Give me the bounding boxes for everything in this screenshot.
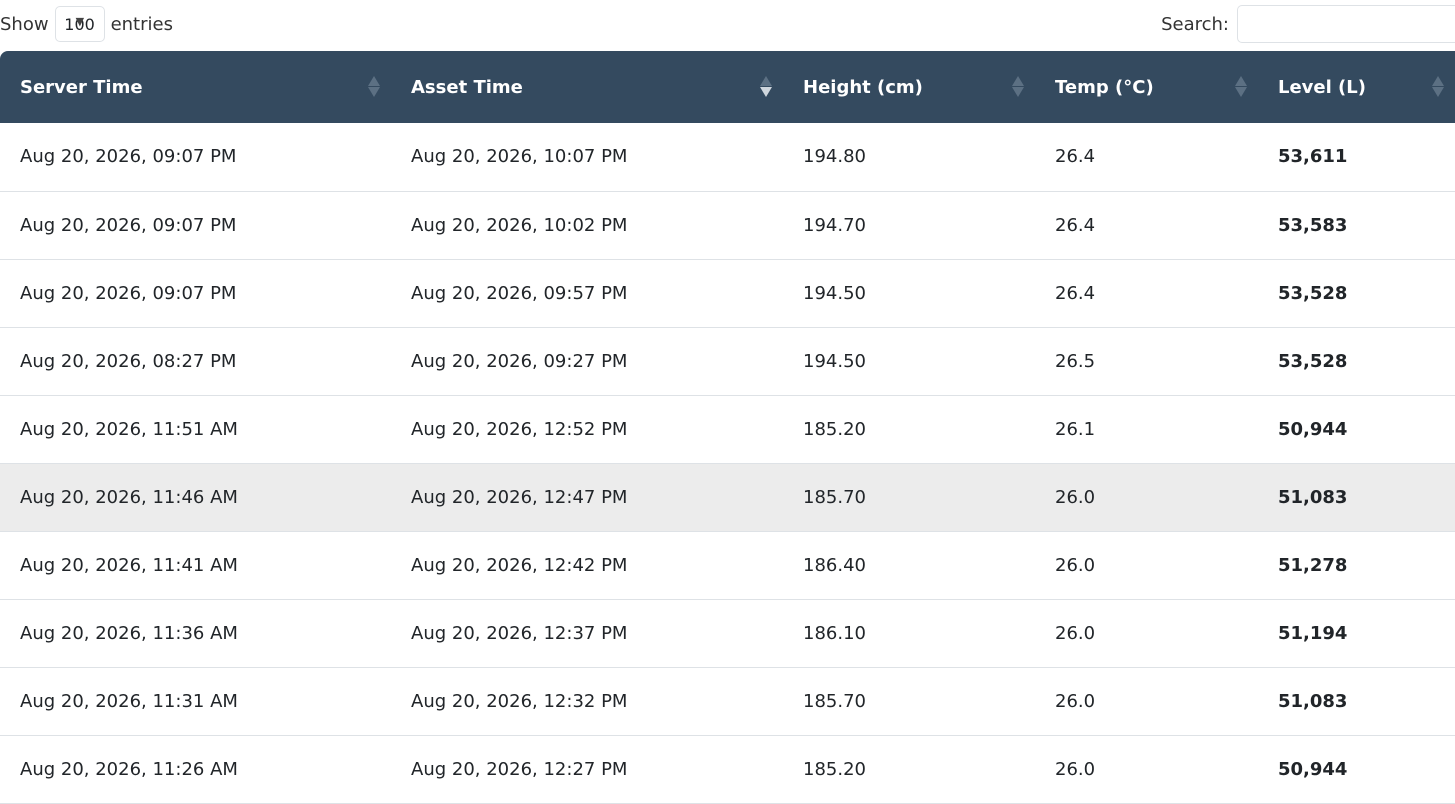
column-header-height[interactable]: Height (cm) (783, 51, 1035, 123)
sort-icon (1011, 75, 1025, 99)
cell-level: 53,528 (1278, 350, 1348, 372)
cell-temp: 26.0 (1055, 690, 1096, 712)
table-row[interactable]: Aug 20, 2026, 11:26 AM Aug 20, 2026, 12:2… (0, 735, 1455, 803)
column-header-temp[interactable]: Temp (°C) (1035, 51, 1258, 123)
cell-level: 53,528 (1278, 282, 1348, 304)
cell-server-time: Aug 20, 2026, 11:51 AM (20, 418, 238, 440)
cell-asset-time: Aug 20, 2026, 12:52 PM (411, 418, 628, 440)
column-header-label: Temp (°C) (1055, 76, 1154, 98)
sort-desc-icon (759, 75, 773, 99)
column-header-label: Asset Time (411, 76, 523, 98)
cell-asset-time: Aug 20, 2026, 12:37 PM (411, 622, 628, 644)
search-label: Search: (1161, 13, 1229, 35)
cell-temp: 26.4 (1055, 214, 1096, 236)
cell-asset-time: Aug 20, 2026, 09:57 PM (411, 282, 628, 304)
column-header-level[interactable]: Level (L) (1258, 51, 1455, 123)
sort-icon (1431, 75, 1445, 99)
cell-temp: 26.4 (1055, 146, 1096, 168)
cell-level: 51,278 (1278, 554, 1348, 576)
cell-height: 186.10 (803, 622, 866, 644)
cell-server-time: Aug 20, 2026, 09:07 PM (20, 214, 237, 236)
data-table-container: Server Time Asset Time Height (cm) Temp … (0, 51, 1455, 804)
search-input[interactable] (1237, 5, 1455, 43)
entries-label: entries (110, 13, 173, 35)
cell-level: 51,194 (1278, 622, 1348, 644)
sort-icon (1234, 75, 1248, 99)
table-row[interactable]: Aug 20, 2026, 11:31 AM Aug 20, 2026, 12:3… (0, 667, 1455, 735)
cell-level: 53,583 (1278, 214, 1348, 236)
cell-asset-time: Aug 20, 2026, 12:27 PM (411, 758, 628, 780)
cell-height: 185.20 (803, 418, 866, 440)
cell-temp: 26.0 (1055, 622, 1096, 644)
header-row: Server Time Asset Time Height (cm) Temp … (0, 51, 1455, 123)
table-row[interactable]: Aug 20, 2026, 11:41 AM Aug 20, 2026, 12:4… (0, 531, 1455, 599)
page-length-select[interactable]: 100 ▼ (54, 6, 105, 42)
table-row[interactable]: Aug 20, 2026, 09:07 PM Aug 20, 2026, 10:0… (0, 191, 1455, 259)
cell-height: 194.50 (803, 350, 866, 372)
table-row[interactable]: Aug 20, 2026, 08:27 PM Aug 20, 2026, 09:2… (0, 327, 1455, 395)
table-row[interactable]: Aug 20, 2026, 11:51 AM Aug 20, 2026, 12:5… (0, 395, 1455, 463)
cell-level: 50,944 (1278, 758, 1348, 780)
cell-server-time: Aug 20, 2026, 11:36 AM (20, 622, 238, 644)
data-table: Server Time Asset Time Height (cm) Temp … (0, 51, 1455, 804)
cell-temp: 26.5 (1055, 350, 1096, 372)
cell-asset-time: Aug 20, 2026, 10:02 PM (411, 214, 628, 236)
page-length-value: 100 (64, 14, 95, 34)
cell-temp: 26.1 (1055, 418, 1096, 440)
cell-server-time: Aug 20, 2026, 09:07 PM (20, 282, 237, 304)
cell-temp: 26.4 (1055, 282, 1096, 304)
cell-server-time: Aug 20, 2026, 11:41 AM (20, 554, 238, 576)
cell-height: 185.70 (803, 690, 866, 712)
cell-height: 185.20 (803, 758, 866, 780)
table-row[interactable]: Aug 20, 2026, 09:07 PM Aug 20, 2026, 10:0… (0, 123, 1455, 191)
cell-asset-time: Aug 20, 2026, 12:47 PM (411, 486, 628, 508)
column-header-label: Height (cm) (803, 76, 923, 98)
cell-height: 194.50 (803, 282, 866, 304)
cell-asset-time: Aug 20, 2026, 12:32 PM (411, 690, 628, 712)
table-row[interactable]: Aug 20, 2026, 11:36 AM Aug 20, 2026, 12:3… (0, 599, 1455, 667)
cell-level: 51,083 (1278, 690, 1348, 712)
cell-height: 194.70 (803, 214, 866, 236)
column-header-asset-time[interactable]: Asset Time (391, 51, 783, 123)
column-header-label: Level (L) (1278, 76, 1366, 98)
page-length-control: Show 100 ▼ entries (0, 5, 173, 43)
table-controls: Show 100 ▼ entries Search: (0, 0, 1455, 51)
cell-asset-time: Aug 20, 2026, 12:42 PM (411, 554, 628, 576)
cell-server-time: Aug 20, 2026, 09:07 PM (20, 146, 237, 168)
cell-server-time: Aug 20, 2026, 11:26 AM (20, 758, 238, 780)
cell-server-time: Aug 20, 2026, 08:27 PM (20, 350, 237, 372)
table-body: Aug 20, 2026, 09:07 PM Aug 20, 2026, 10:0… (0, 123, 1455, 803)
show-label: Show (0, 13, 49, 35)
cell-asset-time: Aug 20, 2026, 10:07 PM (411, 146, 628, 168)
column-header-label: Server Time (20, 76, 143, 98)
table-row[interactable]: Aug 20, 2026, 09:07 PM Aug 20, 2026, 09:5… (0, 259, 1455, 327)
cell-height: 194.80 (803, 146, 866, 168)
cell-level: 51,083 (1278, 486, 1348, 508)
column-header-server-time[interactable]: Server Time (0, 51, 391, 123)
cell-temp: 26.0 (1055, 554, 1096, 576)
cell-asset-time: Aug 20, 2026, 09:27 PM (411, 350, 628, 372)
cell-height: 185.70 (803, 486, 866, 508)
table-row[interactable]: Aug 20, 2026, 11:46 AM Aug 20, 2026, 12:4… (0, 463, 1455, 531)
sort-icon (367, 75, 381, 99)
cell-temp: 26.0 (1055, 486, 1096, 508)
cell-temp: 26.0 (1055, 758, 1096, 780)
cell-height: 186.40 (803, 554, 866, 576)
cell-server-time: Aug 20, 2026, 11:46 AM (20, 486, 238, 508)
cell-server-time: Aug 20, 2026, 11:31 AM (20, 690, 238, 712)
cell-level: 50,944 (1278, 418, 1348, 440)
cell-level: 53,611 (1278, 146, 1348, 168)
search-control: Search: (1161, 5, 1455, 43)
table-header: Server Time Asset Time Height (cm) Temp … (0, 51, 1455, 123)
